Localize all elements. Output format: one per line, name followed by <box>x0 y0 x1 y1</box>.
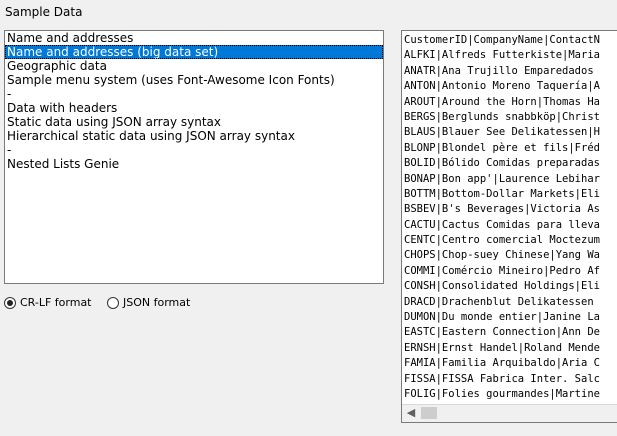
list-separator[interactable]: - <box>5 143 383 157</box>
window-title: Sample Data <box>5 5 83 19</box>
list-item[interactable]: Nested Lists Genie <box>5 157 383 171</box>
data-line: BONAP|Bon app'|Laurence Lebihar <box>404 172 600 185</box>
list-item[interactable]: Data with headers <box>5 101 383 115</box>
list-item[interactable]: Static data using JSON array syntax <box>5 115 383 129</box>
data-line: ANATR|Ana Trujillo Emparedados <box>404 64 594 77</box>
data-line: DUMON|Du monde entier|Janine La <box>404 311 600 324</box>
data-line: AROUT|Around the Horn|Thomas Ha <box>404 95 600 108</box>
scroll-thumb[interactable] <box>421 407 437 419</box>
horizontal-scrollbar[interactable]: ◀ <box>402 404 617 422</box>
list-item[interactable]: Geographic data <box>5 59 383 73</box>
data-line: BLAUS|Blauer See Delikatessen|H <box>404 126 600 139</box>
radio-unchecked-icon[interactable] <box>107 297 119 309</box>
data-line: BOTTM|Bottom-Dollar Markets|Eli <box>404 187 600 200</box>
data-line: ANTON|Antonio Moreno Taquería|A <box>404 80 600 93</box>
data-line: BLONP|Blondel père et fils|Fréd <box>404 141 600 154</box>
data-line: CONSH|Consolidated Holdings|Eli <box>404 280 600 293</box>
data-preview-textarea[interactable]: CustomerID|CompanyName|ContactN ALFKI|Alf… <box>401 30 617 423</box>
data-line: BOLID|Bólido Comidas preparadas <box>404 157 600 170</box>
list-item[interactable]: Name and addresses <box>5 31 383 45</box>
json-format-label: JSON format <box>123 296 191 309</box>
radio-checked-icon[interactable] <box>4 297 16 309</box>
data-line: ALFKI|Alfreds Futterkiste|Maria <box>404 49 600 62</box>
list-separator[interactable]: - <box>5 87 383 101</box>
sample-data-list[interactable]: Name and addresses Name and addresses (b… <box>4 30 384 284</box>
scroll-left-icon[interactable]: ◀ <box>404 406 418 420</box>
data-line: COMMI|Comércio Mineiro|Pedro Af <box>404 264 600 277</box>
data-line: CENTC|Centro comercial Moctezum <box>404 234 600 247</box>
data-line: FOLIG|Folies gourmandes|Martine <box>404 387 600 400</box>
data-line: BERGS|Berglunds snabbköp|Christ <box>404 110 600 123</box>
data-line: ERNSH|Ernst Handel|Roland Mende <box>404 341 600 354</box>
data-line: BSBEV|B's Beverages|Victoria As <box>404 203 600 216</box>
data-line: EASTC|Eastern Connection|Ann De <box>404 326 600 339</box>
crlf-format-label: CR-LF format <box>20 296 92 309</box>
data-preview-lines: CustomerID|CompanyName|ContactN ALFKI|Alf… <box>404 33 600 422</box>
data-line: CACTU|Cactus Comidas para lleva <box>404 218 600 231</box>
data-line: FISSA|FISSA Fabrica Inter. Salc <box>404 372 600 385</box>
list-item-selected[interactable]: Name and addresses (big data set) <box>5 45 383 59</box>
data-line: CustomerID|CompanyName|ContactN <box>404 34 600 46</box>
list-item[interactable]: Hierarchical static data using JSON arra… <box>5 129 383 143</box>
list-item[interactable]: Sample menu system (uses Font-Awesome Ic… <box>5 73 383 87</box>
json-format-radio[interactable]: JSON format <box>107 296 190 310</box>
crlf-format-radio[interactable]: CR-LF format <box>4 296 92 310</box>
data-line: DRACD|Drachenblut Delikatessen <box>404 295 594 308</box>
data-line: CHOPS|Chop-suey Chinese|Yang Wa <box>404 249 600 262</box>
data-line: FAMIA|Familia Arquibaldo|Aria C <box>404 357 600 370</box>
